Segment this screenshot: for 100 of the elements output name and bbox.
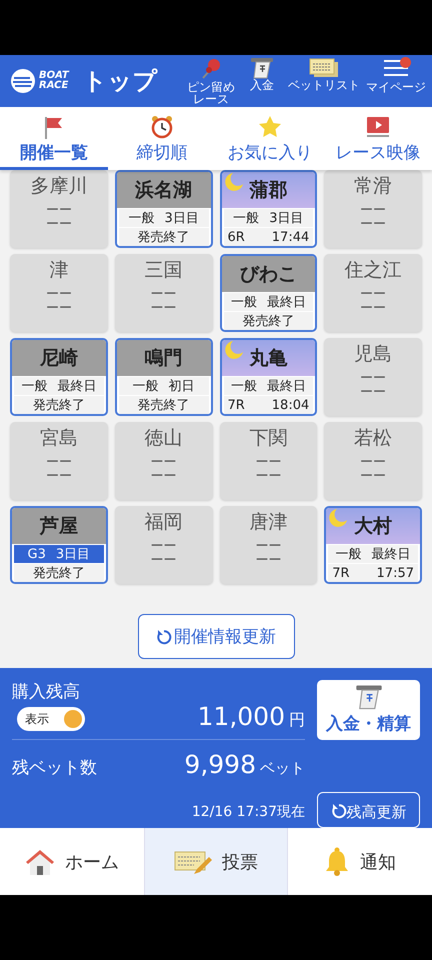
refresh-button[interactable]: 開催情報更新 bbox=[138, 614, 294, 659]
status-row: 7R 17:57 bbox=[328, 564, 418, 582]
tickets-icon bbox=[309, 57, 339, 79]
status-row: 発売終了 bbox=[118, 396, 208, 414]
venue-card[interactable]: 尼崎 一般 最終日 発売終了 bbox=[10, 338, 108, 416]
placeholder-text: ーー bbox=[46, 288, 72, 302]
video-player-icon bbox=[366, 115, 390, 139]
refresh-icon bbox=[330, 802, 346, 818]
refresh-icon bbox=[156, 628, 172, 644]
logo-text: BOAT bbox=[39, 71, 69, 81]
header-action-button[interactable]: ベットリスト bbox=[286, 57, 362, 91]
house-icon bbox=[25, 848, 55, 876]
page-title: トップ bbox=[82, 66, 158, 97]
placeholder-text: ーー bbox=[150, 554, 177, 568]
alarm-clock-icon bbox=[150, 115, 174, 139]
placeholder-text: ーー bbox=[360, 470, 386, 484]
status-row: 発売終了 bbox=[224, 312, 314, 330]
moon-icon bbox=[224, 340, 244, 360]
venue-name: 下関 bbox=[249, 426, 288, 450]
tab[interactable]: レース映像 bbox=[324, 107, 432, 170]
grade-row: 一般 最終日 bbox=[224, 377, 314, 395]
grade-row: 一般 3日目 bbox=[224, 209, 314, 227]
bets-label: 残ベット数 bbox=[12, 757, 97, 779]
grade-row: 一般 初日 bbox=[118, 377, 208, 395]
placeholder-text: ーー bbox=[255, 470, 282, 484]
venue-name: 津 bbox=[49, 258, 68, 282]
balance-amount: 11,000 bbox=[198, 702, 285, 731]
bets-count: 9,998 bbox=[184, 750, 256, 779]
placeholder-text: ーー bbox=[360, 372, 386, 386]
bets-unit: ベット bbox=[260, 759, 305, 778]
tab[interactable]: 締切順 bbox=[108, 107, 216, 170]
placeholder-text: ーー bbox=[46, 470, 72, 484]
venue-name: 大村 bbox=[354, 514, 392, 539]
venue-card[interactable]: 丸亀 一般 最終日 7R 18:04 bbox=[220, 338, 318, 416]
header-action-button[interactable]: マイページ bbox=[364, 57, 428, 93]
placeholder-text: ーー bbox=[255, 554, 282, 568]
venue-name: 丸亀 bbox=[249, 346, 288, 371]
placeholder-text: ーー bbox=[46, 204, 72, 218]
venue-card[interactable]: びわこ 一般 最終日 発売終了 bbox=[220, 254, 318, 332]
balance-label: 購入残高 bbox=[12, 681, 81, 703]
moon-icon bbox=[224, 172, 244, 192]
placeholder-text: ーー bbox=[360, 456, 386, 470]
venue-name: 若松 bbox=[354, 426, 392, 450]
placeholder-text: ーー bbox=[150, 470, 177, 484]
venue-name: 芦屋 bbox=[40, 514, 78, 539]
atm-icon bbox=[354, 684, 384, 710]
venue-name: 住之江 bbox=[344, 258, 402, 282]
placeholder-text: ーー bbox=[360, 302, 386, 316]
updated-time: 12/16 17:37現在 bbox=[192, 803, 305, 821]
bell-icon bbox=[324, 846, 350, 876]
venue-card[interactable]: 鳴門 一般 初日 発売終了 bbox=[114, 338, 212, 416]
nav-item[interactable]: ホーム bbox=[0, 828, 144, 895]
venue-card[interactable]: 大村 一般 最終日 7R 17:57 bbox=[324, 506, 422, 584]
venue-name: 常滑 bbox=[354, 174, 392, 198]
venue-card[interactable]: 浜名湖 一般 3日目 発売終了 bbox=[114, 170, 212, 248]
nav-item[interactable]: 通知 bbox=[288, 828, 432, 895]
placeholder-text: ーー bbox=[46, 456, 72, 470]
moon-icon bbox=[328, 508, 348, 528]
status-row: 発売終了 bbox=[14, 396, 104, 414]
header-action-button[interactable]: ピン留めレース bbox=[184, 57, 238, 105]
deposit-button[interactable]: 入金・精算 bbox=[317, 680, 420, 740]
tab[interactable]: お気に入り bbox=[216, 107, 324, 170]
balance-refresh-button[interactable]: 残高更新 bbox=[317, 792, 420, 828]
status-row: 7R 18:04 bbox=[224, 396, 314, 414]
star-icon bbox=[258, 115, 282, 139]
venue-name: 浜名湖 bbox=[135, 178, 192, 203]
venue-name: 児島 bbox=[354, 342, 392, 366]
placeholder-text: ーー bbox=[150, 456, 177, 470]
grade-row: G3 3日目 bbox=[14, 545, 104, 563]
placeholder-text: ーー bbox=[360, 386, 386, 400]
logo-icon bbox=[10, 68, 36, 94]
placeholder-text: ーー bbox=[150, 288, 177, 302]
grade-row: 一般 最終日 bbox=[328, 545, 418, 563]
display-toggle[interactable]: 表示 bbox=[17, 707, 85, 731]
flag-icon bbox=[43, 115, 65, 139]
venue-card[interactable]: 芦屋 G3 3日目 発売終了 bbox=[10, 506, 108, 584]
venue-name: 福岡 bbox=[144, 510, 183, 534]
logo-text: RACE bbox=[39, 81, 69, 91]
placeholder-text: ーー bbox=[360, 204, 386, 218]
header-action-button[interactable]: 入金 bbox=[240, 57, 284, 91]
placeholder-text: ーー bbox=[150, 540, 177, 554]
placeholder-text: ーー bbox=[46, 302, 72, 316]
venue-name: 鳴門 bbox=[144, 346, 183, 371]
nav-item[interactable]: 投票 bbox=[144, 828, 288, 895]
venue-name: 三国 bbox=[144, 258, 183, 282]
venue-card[interactable]: 蒲郡 一般 3日目 6R 17:44 bbox=[220, 170, 318, 248]
placeholder-text: ーー bbox=[255, 540, 282, 554]
venue-name: 多摩川 bbox=[30, 174, 88, 198]
venue-name: 徳山 bbox=[144, 426, 183, 450]
placeholder-text: ーー bbox=[150, 302, 177, 316]
status-row: 発売終了 bbox=[14, 564, 104, 582]
status-row: 発売終了 bbox=[118, 228, 208, 246]
grade-row: 一般 最終日 bbox=[14, 377, 104, 395]
placeholder-text: ーー bbox=[46, 218, 72, 232]
venue-name: びわこ bbox=[240, 262, 297, 287]
atm-icon bbox=[249, 57, 275, 79]
grade-row: 一般 最終日 bbox=[224, 293, 314, 311]
venue-name: 唐津 bbox=[249, 510, 288, 534]
status-row: 6R 17:44 bbox=[224, 228, 314, 246]
venue-name: 蒲郡 bbox=[249, 178, 288, 203]
